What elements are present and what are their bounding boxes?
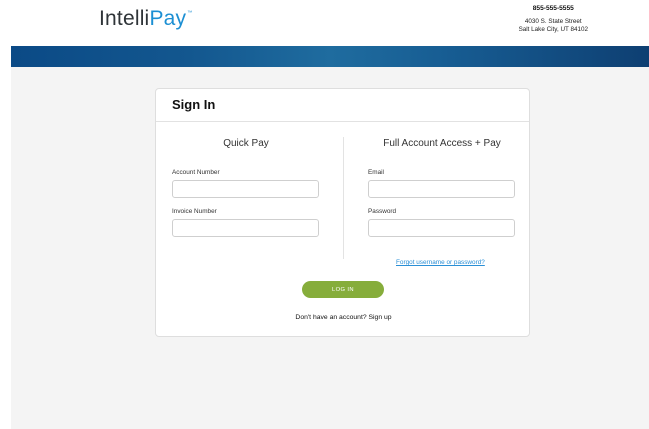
header-banner	[11, 46, 649, 67]
invoice-number-label: Invoice Number	[172, 208, 217, 215]
logo-trademark: ™	[187, 10, 193, 16]
invoice-number-input[interactable]	[172, 219, 319, 237]
account-number-input[interactable]	[172, 180, 319, 198]
signup-link[interactable]: Sign up	[369, 314, 392, 321]
full-access-title: Full Account Access + Pay	[383, 138, 501, 149]
logo-text-accent: Pay	[149, 7, 187, 30]
email-input[interactable]	[368, 180, 515, 198]
contact-info: 855-555-5555 4030 S. State Street Salt L…	[519, 5, 588, 33]
signin-title: Sign In	[172, 97, 216, 112]
signin-card-header: Sign In	[156, 89, 529, 122]
forgot-credentials-link[interactable]: Forgot username or password?	[396, 259, 485, 266]
signin-card: Sign In Quick Pay Account Number Invoice…	[155, 88, 530, 337]
quick-pay-title: Quick Pay	[223, 138, 269, 149]
address-line-1: 4030 S. State Street	[524, 18, 582, 25]
site-header: IntelliPay™ 855-555-5555 4030 S. State S…	[0, 0, 649, 46]
email-label: Email	[368, 169, 384, 176]
phone-number: 855-555-5555	[532, 5, 574, 12]
login-button[interactable]: LOG IN	[302, 281, 384, 298]
logo-text-main: Intelli	[99, 7, 150, 30]
intellipay-logo[interactable]: IntelliPay™	[99, 7, 192, 31]
address: 4030 S. State Street Salt Lake City, UT …	[519, 18, 588, 33]
signup-prompt: Don't have an account? Sign up	[156, 314, 531, 321]
account-number-label: Account Number	[172, 169, 220, 176]
column-divider	[343, 137, 344, 259]
password-input[interactable]	[368, 219, 515, 237]
password-label: Password	[368, 208, 397, 215]
address-line-2: Salt Lake City, UT 84102	[518, 25, 588, 33]
signup-question: Don't have an account?	[295, 314, 367, 321]
